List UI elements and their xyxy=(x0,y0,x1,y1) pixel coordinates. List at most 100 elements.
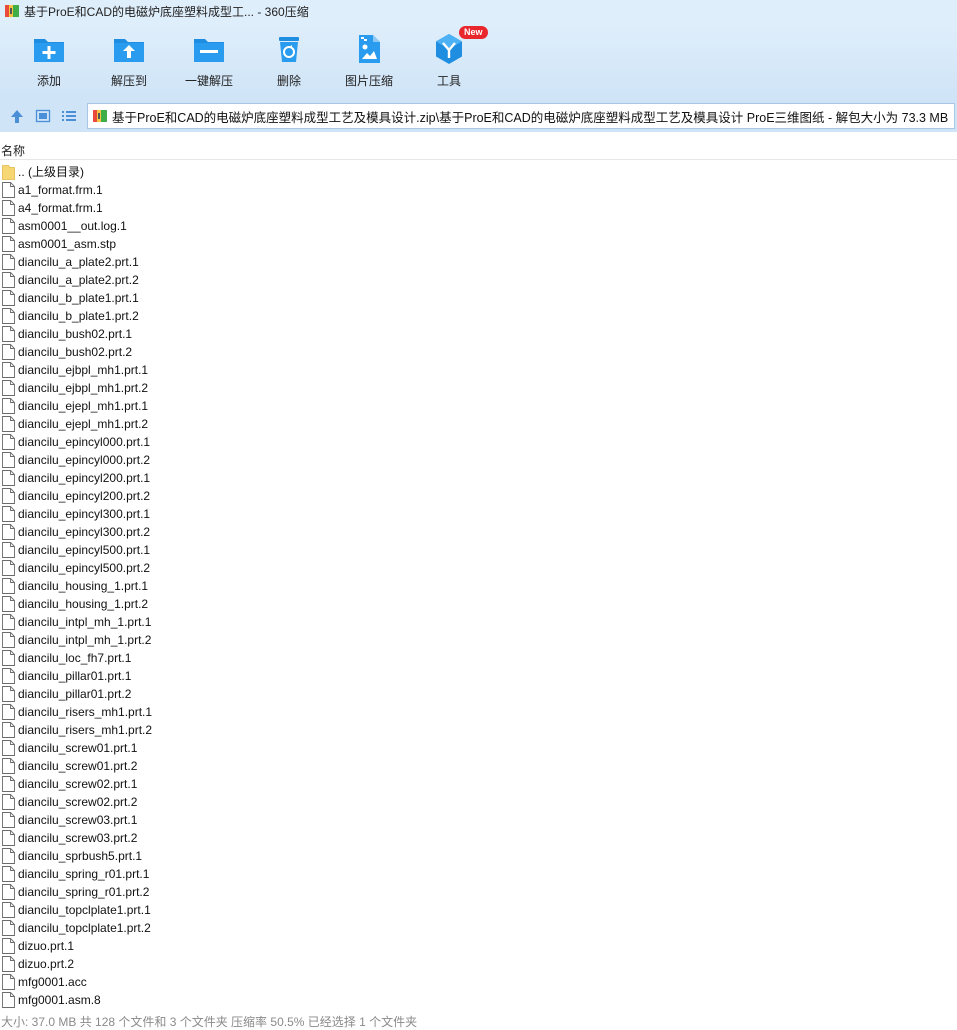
tools-label: 工具 xyxy=(436,74,461,88)
parent-directory-row[interactable]: .. (上级目录) xyxy=(0,163,957,181)
file-name: diancilu_pillar01.prt.2 xyxy=(18,687,132,701)
file-row[interactable]: diancilu_epincyl000.prt.2 xyxy=(0,451,957,469)
extract-icon xyxy=(114,39,144,62)
file-row[interactable]: diancilu_epincyl200.prt.2 xyxy=(0,487,957,505)
file-row[interactable]: a4_format.frm.1 xyxy=(0,199,957,217)
file-row[interactable]: dizuo.prt.2 xyxy=(0,955,957,973)
file-row[interactable]: diancilu_housing_1.prt.1 xyxy=(0,577,957,595)
title-bar[interactable]: 基于ProE和CAD的电磁炉底座塑料成型工... - 360压缩 xyxy=(0,0,957,22)
file-name: diancilu_spring_r01.prt.2 xyxy=(18,885,150,899)
file-row[interactable]: diancilu_epincyl000.prt.1 xyxy=(0,433,957,451)
file-icon xyxy=(2,398,15,414)
file-row[interactable]: diancilu_b_plate1.prt.2 xyxy=(0,307,957,325)
file-row[interactable]: diancilu_screw01.prt.1 xyxy=(0,739,957,757)
file-row[interactable]: a1_format.frm.1 xyxy=(0,181,957,199)
file-name: diancilu_b_plate1.prt.1 xyxy=(18,291,139,305)
image-compress-button[interactable]: 图片压缩 xyxy=(329,32,409,94)
file-row[interactable]: diancilu_risers_mh1.prt.1 xyxy=(0,703,957,721)
address-row: 基于ProE和CAD的电磁炉底座塑料成型工艺及模具设计.zip\基于ProE和C… xyxy=(0,100,957,132)
file-row[interactable]: diancilu_housing_1.prt.2 xyxy=(0,595,957,613)
zip-archive-icon xyxy=(93,110,107,122)
file-name: diancilu_housing_1.prt.2 xyxy=(18,597,149,611)
file-row[interactable]: diancilu_topclplate1.prt.2 xyxy=(0,919,957,937)
file-row[interactable]: diancilu_a_plate2.prt.1 xyxy=(0,253,957,271)
file-row[interactable]: diancilu_ejepl_mh1.prt.1 xyxy=(0,397,957,415)
file-icon xyxy=(2,506,15,522)
file-name: diancilu_ejbpl_mh1.prt.1 xyxy=(18,363,149,377)
tools-button[interactable]: New 工具 xyxy=(409,26,489,94)
file-row[interactable]: diancilu_epincyl500.prt.1 xyxy=(0,541,957,559)
file-row[interactable]: diancilu_epincyl300.prt.1 xyxy=(0,505,957,523)
file-row[interactable]: diancilu_spring_r01.prt.2 xyxy=(0,883,957,901)
file-row[interactable]: diancilu_sprbush5.prt.1 xyxy=(0,847,957,865)
file-name: diancilu_bush02.prt.2 xyxy=(18,345,133,359)
file-row[interactable]: diancilu_epincyl500.prt.2 xyxy=(0,559,957,577)
file-row[interactable]: diancilu_screw02.prt.1 xyxy=(0,775,957,793)
file-name: diancilu_ejbpl_mh1.prt.2 xyxy=(18,381,149,395)
file-icon xyxy=(2,920,15,936)
file-name: a1_format.frm.1 xyxy=(18,183,103,197)
file-icon xyxy=(2,668,15,684)
file-name: diancilu_a_plate2.prt.2 xyxy=(18,273,139,287)
address-bar[interactable]: 基于ProE和CAD的电磁炉底座塑料成型工艺及模具设计.zip\基于ProE和C… xyxy=(87,103,955,129)
column-name-label: 名称 xyxy=(1,144,26,158)
file-row[interactable]: diancilu_b_plate1.prt.1 xyxy=(0,289,957,307)
new-badge: New xyxy=(459,26,488,39)
delete-button[interactable]: 删除 xyxy=(249,32,329,94)
file-name: diancilu_screw02.prt.1 xyxy=(18,777,138,791)
file-icon xyxy=(2,290,15,306)
file-row[interactable]: diancilu_screw03.prt.2 xyxy=(0,829,957,847)
file-name: diancilu_risers_mh1.prt.1 xyxy=(18,705,153,719)
one-click-extract-label: 一键解压 xyxy=(184,74,233,88)
file-row[interactable]: diancilu_intpl_mh_1.prt.2 xyxy=(0,631,957,649)
file-name: diancilu_epincyl000.prt.1 xyxy=(18,435,151,449)
list-view-icon[interactable] xyxy=(60,107,78,125)
file-row[interactable]: mfg0001.acc xyxy=(0,973,957,991)
file-row[interactable]: diancilu_screw03.prt.1 xyxy=(0,811,957,829)
file-name: diancilu_topclplate1.prt.1 xyxy=(18,903,151,917)
file-icon xyxy=(2,200,15,216)
file-row[interactable]: asm0001__out.log.1 xyxy=(0,217,957,235)
file-row[interactable]: diancilu_ejbpl_mh1.prt.1 xyxy=(0,361,957,379)
file-row[interactable]: diancilu_screw01.prt.2 xyxy=(0,757,957,775)
file-row[interactable]: diancilu_pillar01.prt.2 xyxy=(0,685,957,703)
address-path: 基于ProE和CAD的电磁炉底座塑料成型工艺及模具设计.zip\基于ProE和C… xyxy=(112,110,949,125)
file-row[interactable]: diancilu_ejepl_mh1.prt.2 xyxy=(0,415,957,433)
file-row[interactable]: diancilu_loc_fh7.prt.1 xyxy=(0,649,957,667)
window-title: 基于ProE和CAD的电磁炉底座塑料成型工... - 360压缩 xyxy=(24,4,309,19)
file-row[interactable]: diancilu_a_plate2.prt.2 xyxy=(0,271,957,289)
file-row[interactable]: dizuo.prt.1 xyxy=(0,937,957,955)
archive-logo-icon xyxy=(5,5,19,17)
file-icon xyxy=(2,704,15,720)
file-row[interactable]: diancilu_spring_r01.prt.1 xyxy=(0,865,957,883)
file-icon xyxy=(2,722,15,738)
file-row[interactable]: diancilu_intpl_mh_1.prt.1 xyxy=(0,613,957,631)
file-row[interactable]: diancilu_pillar01.prt.1 xyxy=(0,667,957,685)
one-click-extract-button[interactable]: 一键解压 xyxy=(169,32,249,94)
file-icon xyxy=(2,434,15,450)
up-arrow-icon[interactable] xyxy=(8,107,26,125)
app-window: 基于ProE和CAD的电磁炉底座塑料成型工... - 360压缩 添加 解压到 xyxy=(0,0,957,1030)
file-row[interactable]: diancilu_bush02.prt.1 xyxy=(0,325,957,343)
file-row[interactable]: diancilu_ejbpl_mh1.prt.2 xyxy=(0,379,957,397)
file-row[interactable]: asm0001_asm.stp xyxy=(0,235,957,253)
file-name: diancilu_epincyl300.prt.2 xyxy=(18,525,151,539)
thumbnail-view-icon[interactable] xyxy=(34,107,52,125)
file-row[interactable]: diancilu_topclplate1.prt.1 xyxy=(0,901,957,919)
file-row[interactable]: diancilu_risers_mh1.prt.2 xyxy=(0,721,957,739)
file-name: diancilu_epincyl200.prt.2 xyxy=(18,489,151,503)
file-row[interactable]: diancilu_epincyl200.prt.1 xyxy=(0,469,957,487)
file-icon xyxy=(2,650,15,666)
file-row[interactable]: diancilu_epincyl300.prt.2 xyxy=(0,523,957,541)
file-row[interactable]: mfg0001.asm.8 xyxy=(0,991,957,1009)
file-row[interactable]: diancilu_screw02.prt.2 xyxy=(0,793,957,811)
file-name: diancilu_ejepl_mh1.prt.1 xyxy=(18,399,149,413)
toolbar: 添加 解压到 一键解压 删除 图片压缩 New 工具 xyxy=(0,22,957,100)
file-row[interactable]: diancilu_bush02.prt.2 xyxy=(0,343,957,361)
column-header-name[interactable]: 名称 xyxy=(0,140,957,160)
extract-to-button[interactable]: 解压到 xyxy=(89,32,169,94)
file-name: a4_format.frm.1 xyxy=(18,201,103,215)
file-name: dizuo.prt.2 xyxy=(18,957,75,971)
image-compress-label: 图片压缩 xyxy=(344,74,393,88)
add-button[interactable]: 添加 xyxy=(9,32,89,94)
